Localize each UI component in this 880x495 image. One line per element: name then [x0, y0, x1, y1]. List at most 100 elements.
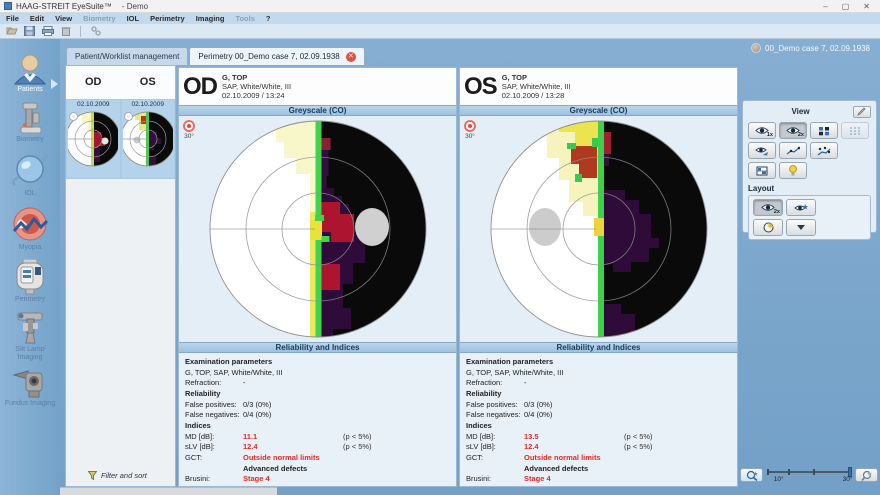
magnifier-minus-icon — [746, 470, 758, 481]
dot-grid-icon — [849, 126, 861, 136]
layout-section-title: Layout — [748, 184, 871, 193]
tab-perimetry-case[interactable]: Perimetry 00_Demo case 7, 02.09.1938 ✕ — [189, 47, 364, 65]
view-single-2x-button[interactable]: 2x — [779, 122, 807, 139]
menu-perimetry[interactable]: Perimetry — [150, 14, 185, 23]
sidebar-item-slit-lamp[interactable]: Slit Lamp Imaging — [4, 311, 56, 362]
eye-label: OD — [183, 73, 217, 101]
stimulus-indicator-icon[interactable] — [464, 120, 476, 132]
app-logo-icon — [4, 2, 12, 10]
maximize-icon[interactable]: ▢ — [842, 2, 850, 11]
section-title: Examination parameters — [466, 357, 553, 366]
exam-thumbnail-od[interactable]: 02.10.2009 — [67, 100, 120, 178]
layout-box: 2x — [748, 195, 871, 240]
lightbulb-icon — [788, 165, 798, 176]
exam-stimulus: SAP, White/White, III — [502, 82, 571, 91]
sidebar-collapse-icon[interactable] — [51, 79, 58, 89]
zoom-out-button[interactable] — [740, 468, 763, 482]
horizontal-scrollbar[interactable] — [60, 487, 277, 495]
section-title: Indices — [466, 421, 492, 430]
column-od: OD — [66, 66, 121, 99]
filter-and-sort[interactable]: Filter and sort — [88, 471, 147, 480]
zoom-min-label: 10° — [774, 476, 784, 483]
menu-view[interactable]: View — [55, 14, 72, 23]
open-icon[interactable] — [5, 26, 18, 37]
menu-biometry: Biometry — [83, 14, 116, 23]
view-single-1x-button[interactable]: 1x — [748, 122, 776, 139]
gct-label: GCT: — [185, 453, 243, 462]
slider-track — [767, 471, 851, 473]
tab-close-icon[interactable]: ✕ — [346, 52, 356, 62]
sidebar-item-myopia[interactable]: Myopia — [11, 205, 49, 252]
sidebar-item-biometry[interactable]: Biometry — [15, 101, 45, 144]
section-title: Reliability — [466, 389, 501, 398]
layout-clock-button[interactable] — [753, 219, 783, 236]
titlebar: HAAG-STREIT EyeSuite™ - Demo – ▢ ✕ — [0, 0, 880, 13]
view-hints-button[interactable] — [779, 162, 807, 179]
fundus-imaging-icon — [12, 369, 48, 399]
layout-overlay-button[interactable] — [786, 199, 816, 216]
exam-thumbnail-os[interactable]: 02.10.2009 — [122, 100, 175, 178]
view-edit-button[interactable] — [853, 106, 871, 118]
scale-label: 2x — [798, 132, 804, 138]
save-icon[interactable] — [23, 26, 36, 37]
layout-dropdown-button[interactable] — [786, 219, 816, 236]
menu-help[interactable]: ? — [266, 14, 271, 23]
eye-label: OS — [464, 73, 497, 101]
close-icon[interactable]: ✕ — [863, 2, 870, 11]
exam-datetime: 02.10.2009 / 13:28 — [502, 91, 571, 100]
view-combined-button[interactable] — [748, 142, 776, 159]
eye-column-headers: OD OS — [66, 66, 175, 99]
exam-details-od: Examination parameters G, TOP, SAP, Whit… — [179, 353, 456, 486]
greyscale-map-od[interactable]: 30° — [179, 116, 456, 342]
sidebar-item-patients[interactable]: Patients — [13, 53, 47, 94]
exam-date: 02.10.2009 — [122, 100, 175, 108]
brusini-label: Brusini: — [185, 474, 243, 483]
chevron-down-icon — [797, 225, 805, 230]
greyscale-map-os[interactable]: 30° — [460, 116, 737, 342]
thumbnail-marker-icon[interactable] — [124, 112, 133, 121]
exam-details-os: Examination parameters G, TOP, SAP, Whit… — [460, 353, 737, 486]
section-title: Examination parameters — [185, 357, 272, 366]
md-value: 13.5 — [524, 432, 624, 441]
menu-file[interactable]: File — [6, 14, 19, 23]
view-grid-button — [841, 122, 869, 139]
tab-patient-worklist[interactable]: Patient/Worklist management — [66, 47, 188, 65]
false-negatives-value: 0/4 (0%) — [524, 410, 624, 419]
eccentricity-label: 30° — [465, 133, 475, 140]
menu-iol[interactable]: IOL — [127, 14, 140, 23]
false-negatives-label: False negatives: — [185, 410, 243, 419]
exam-program: G, TOP — [222, 73, 291, 82]
layout-2x-button[interactable]: 2x — [753, 199, 783, 216]
sidebar-item-iol[interactable]: IOL — [12, 151, 48, 198]
indices-title: Reliability and Indices — [556, 343, 640, 352]
stimulus-indicator-icon[interactable] — [183, 120, 195, 132]
eye-arrow-icon — [755, 146, 769, 156]
view-table-button[interactable] — [748, 162, 776, 179]
sidebar-item-label: IOL — [24, 190, 35, 198]
brusini-value: Stage 4 — [524, 474, 624, 483]
minimize-icon[interactable]: – — [823, 2, 827, 11]
view-trend-double-button[interactable] — [810, 142, 838, 159]
view-four-button[interactable] — [810, 122, 838, 139]
sidebar-item-fundus[interactable]: Fundus Imaging — [4, 369, 56, 408]
zoom-slider[interactable]: 10° 30° — [767, 465, 851, 485]
clock-icon — [763, 222, 774, 233]
sidebar: Patients Biometry IOL Myopia Perimetry S — [0, 39, 60, 495]
exam-header-od: OD G, TOP SAP, White/White, III 02.10.20… — [179, 68, 456, 105]
md-label: MD [dB]: — [466, 432, 524, 441]
delete-icon[interactable] — [59, 26, 72, 37]
gct-value: Outside normal limits — [524, 453, 624, 462]
slv-value: 12.4 — [243, 442, 343, 451]
menu-edit[interactable]: Edit — [30, 14, 44, 23]
zoom-in-button[interactable] — [855, 468, 878, 482]
thumbnail-marker-icon[interactable] — [69, 112, 78, 121]
view-trend-button[interactable] — [779, 142, 807, 159]
md-label: MD [dB]: — [185, 432, 243, 441]
network-icon[interactable] — [89, 26, 102, 37]
eye-star-icon — [794, 203, 808, 213]
sidebar-item-perimetry[interactable]: Perimetry — [14, 259, 46, 304]
menu-imaging[interactable]: Imaging — [196, 14, 225, 23]
print-icon[interactable] — [41, 26, 54, 37]
refraction-label: Refraction: — [185, 378, 243, 387]
selected-exam-row: 02.10.2009 — [66, 99, 175, 179]
